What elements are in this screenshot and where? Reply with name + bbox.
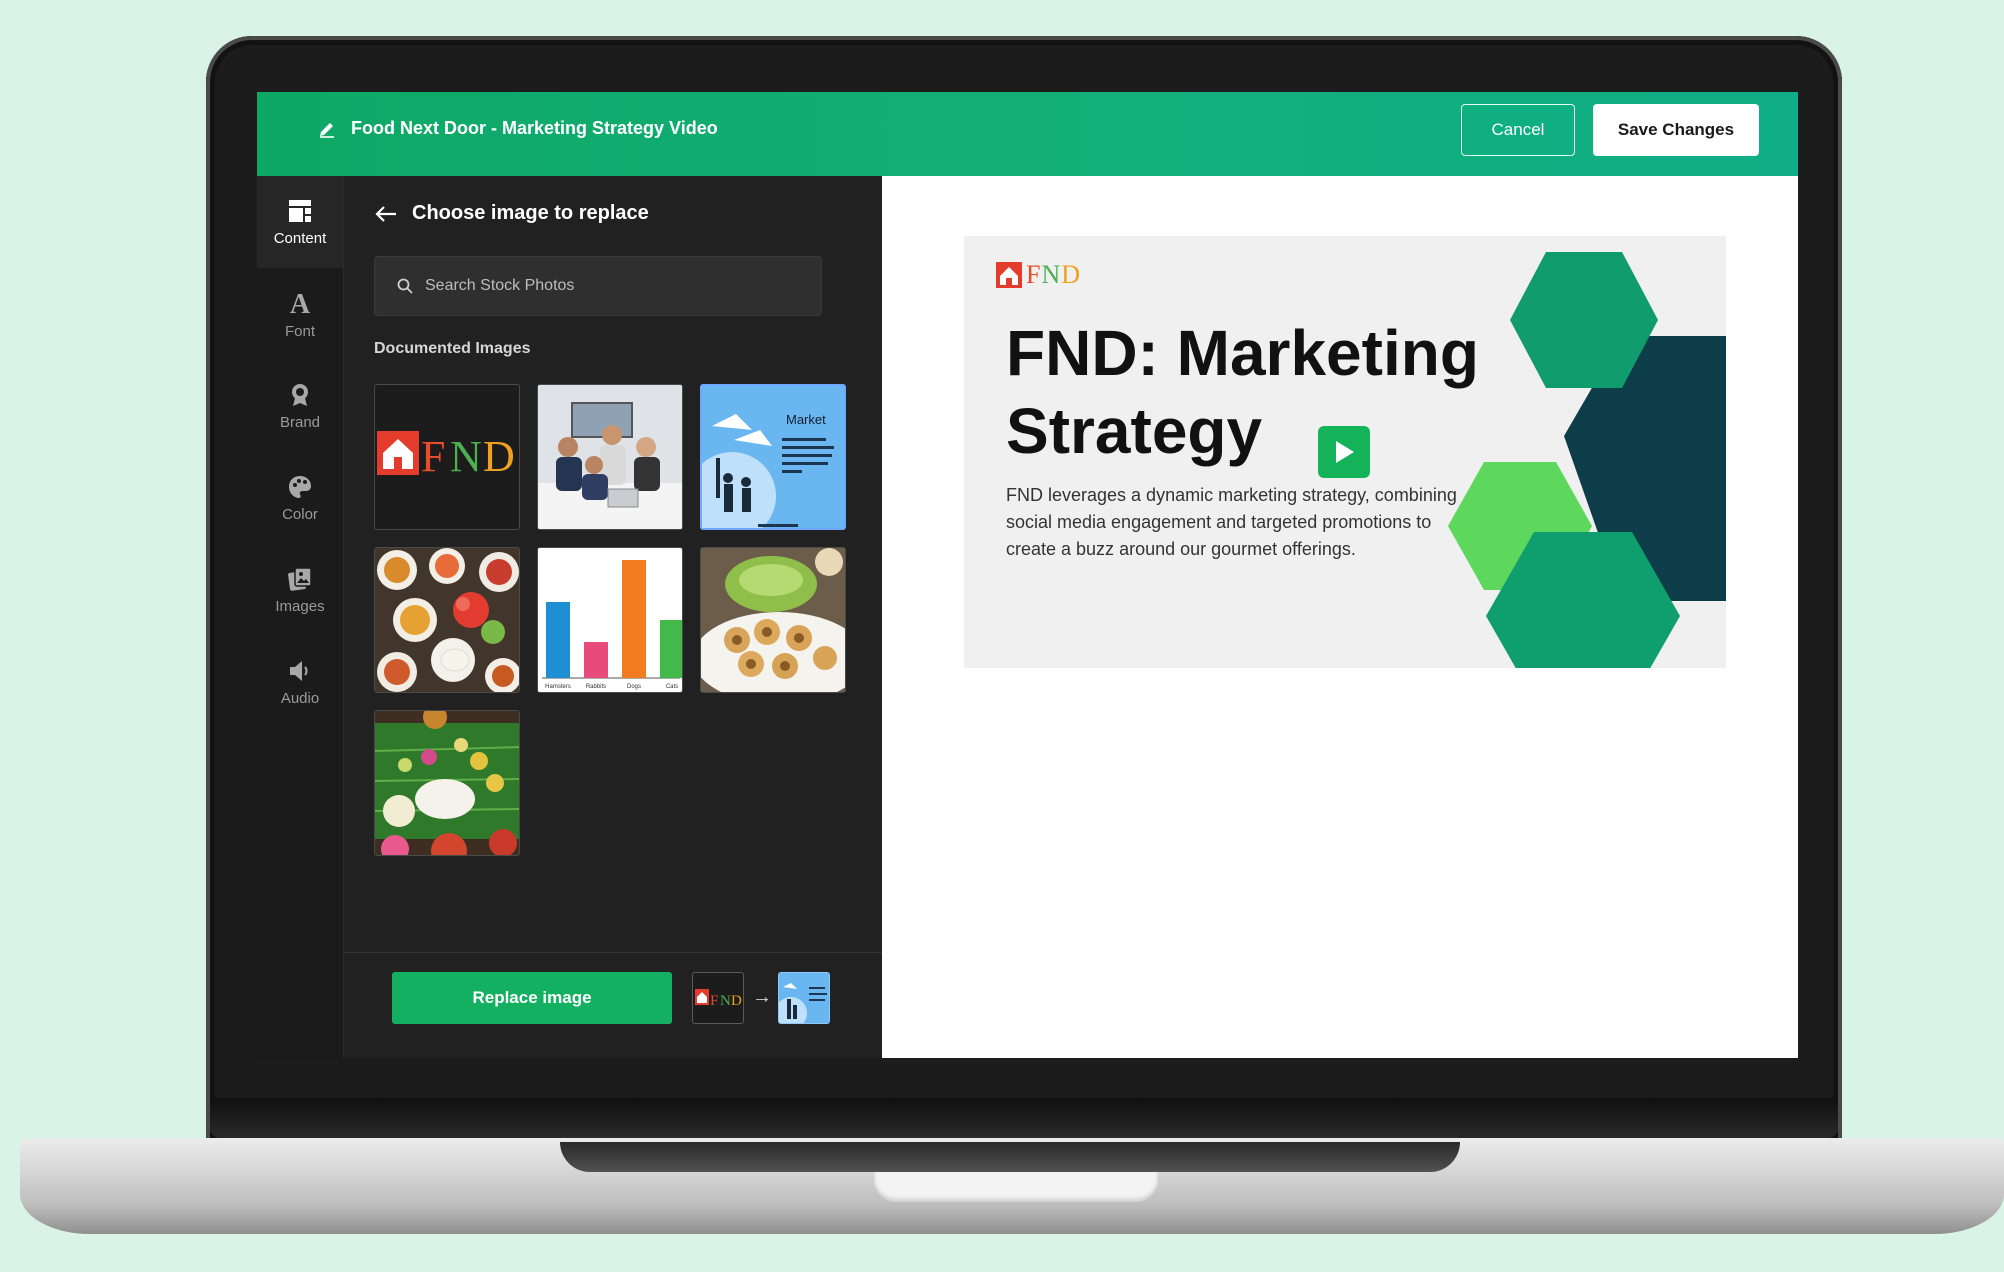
rail-item-brand[interactable]: Brand [257,360,343,452]
team-meeting-image [538,385,682,529]
logo-letter-d: D [1061,260,1082,289]
panel-title: Choose image to replace [412,202,649,224]
home-logo-icon [996,262,1022,288]
documented-images-label: Documented Images [374,340,531,357]
tool-rail: Content A Font Brand Color Images Audio [257,176,344,1058]
laptop-notch [874,1172,1158,1202]
svg-text:F: F [421,432,446,481]
laptop-hinge [210,1098,1838,1138]
bar-chart-image: Hamsters Rabbits Dogs Cats [538,548,682,692]
rail-item-color[interactable]: Color [257,452,343,544]
layout-icon [289,199,311,222]
rail-label-content: Content [273,229,327,247]
project-title[interactable]: Food Next Door - Marketing Strategy Vide… [351,118,718,139]
thumbnail-banana-leaf-meal[interactable] [374,710,520,856]
panel-header: Choose image to replace [374,202,649,225]
images-icon [288,566,312,591]
rail-label-images: Images [275,597,325,615]
replace-arrow-icon: → [752,986,772,1008]
chart-thumb-label-3: Dogs [627,684,641,690]
font-icon: A [290,289,311,317]
svg-text:D: D [483,432,515,481]
laptop-keyboard-edge [560,1142,1460,1172]
back-arrow-icon[interactable] [374,204,398,224]
thumbnail-bar-chart[interactable]: Hamsters Rabbits Dogs Cats [537,547,683,693]
svg-text:N: N [450,432,482,481]
rail-item-content[interactable]: Content [257,176,343,268]
slide-body-text: FND leverages a dynamic marketing strate… [1006,485,1457,559]
image-panel: Choose image to replace Search Stock Pho… [344,176,882,1058]
logo-letter-f: F [1026,260,1042,289]
speaker-icon [290,660,308,681]
hexagon-decoration [1448,252,1726,668]
chart-thumb-label-2: Rabbits [586,684,606,690]
pani-puri-image [701,548,845,692]
play-button[interactable] [1318,426,1370,478]
search-icon [397,278,413,294]
banana-leaf-meal-image [375,711,519,855]
save-changes-button[interactable]: Save Changes [1593,104,1759,156]
search-stock-photos-input[interactable]: Search Stock Photos [374,256,822,316]
market-thumb-title: Market [786,412,826,427]
rail-item-images[interactable]: Images [257,544,343,636]
rail-item-audio[interactable]: Audio [257,636,343,728]
thumbnail-food-spread[interactable] [374,547,520,693]
thumbnail-pani-puri[interactable] [700,547,846,693]
pencil-icon[interactable] [317,119,337,139]
slide-preview[interactable]: FND FND: Marketing Strategy FND leverage… [964,236,1726,668]
rail-label-audio: Audio [280,689,320,707]
svg-text:D: D [731,993,742,1009]
svg-text:N: N [720,993,731,1009]
rail-item-font[interactable]: A Font [257,268,343,360]
search-placeholder: Search Stock Photos [425,277,575,294]
market-illustration-image: Market [702,386,844,528]
svg-text:F: F [710,993,718,1009]
replace-from-preview: F N D [692,972,744,1024]
palette-icon [289,475,311,498]
thumbnail-market-illustration[interactable]: Market [700,384,846,530]
slide-logo: FND [996,260,1081,290]
rail-label-font: Font [284,322,315,340]
logo-letter-n: N [1041,260,1062,289]
replace-image-button[interactable]: Replace image [392,972,672,1024]
thumbnail-team-meeting[interactable] [537,384,683,530]
chart-thumb-label-1: Hamsters [545,684,571,690]
rail-label-color: Color [282,505,318,523]
slide-logo-text: FND [1026,260,1081,290]
header-bar: Food Next Door - Marketing Strategy Vide… [257,92,1798,176]
app-screen: Food Next Door - Marketing Strategy Vide… [257,92,1798,1058]
rail-label-brand: Brand [279,413,321,431]
play-icon [1336,441,1354,463]
chart-thumb-label-4: Cats [666,684,678,690]
fnd-logo-image: F N D [377,431,515,481]
cancel-button[interactable]: Cancel [1461,104,1575,156]
food-spread-image [375,548,519,692]
title-area: Food Next Door - Marketing Strategy Vide… [317,118,718,139]
replace-to-preview [778,972,830,1024]
thumbnail-fnd-logo[interactable]: F N D [374,384,520,530]
svg-text:A: A [290,289,311,317]
brand-icon [292,383,308,406]
panel-divider [344,952,882,953]
